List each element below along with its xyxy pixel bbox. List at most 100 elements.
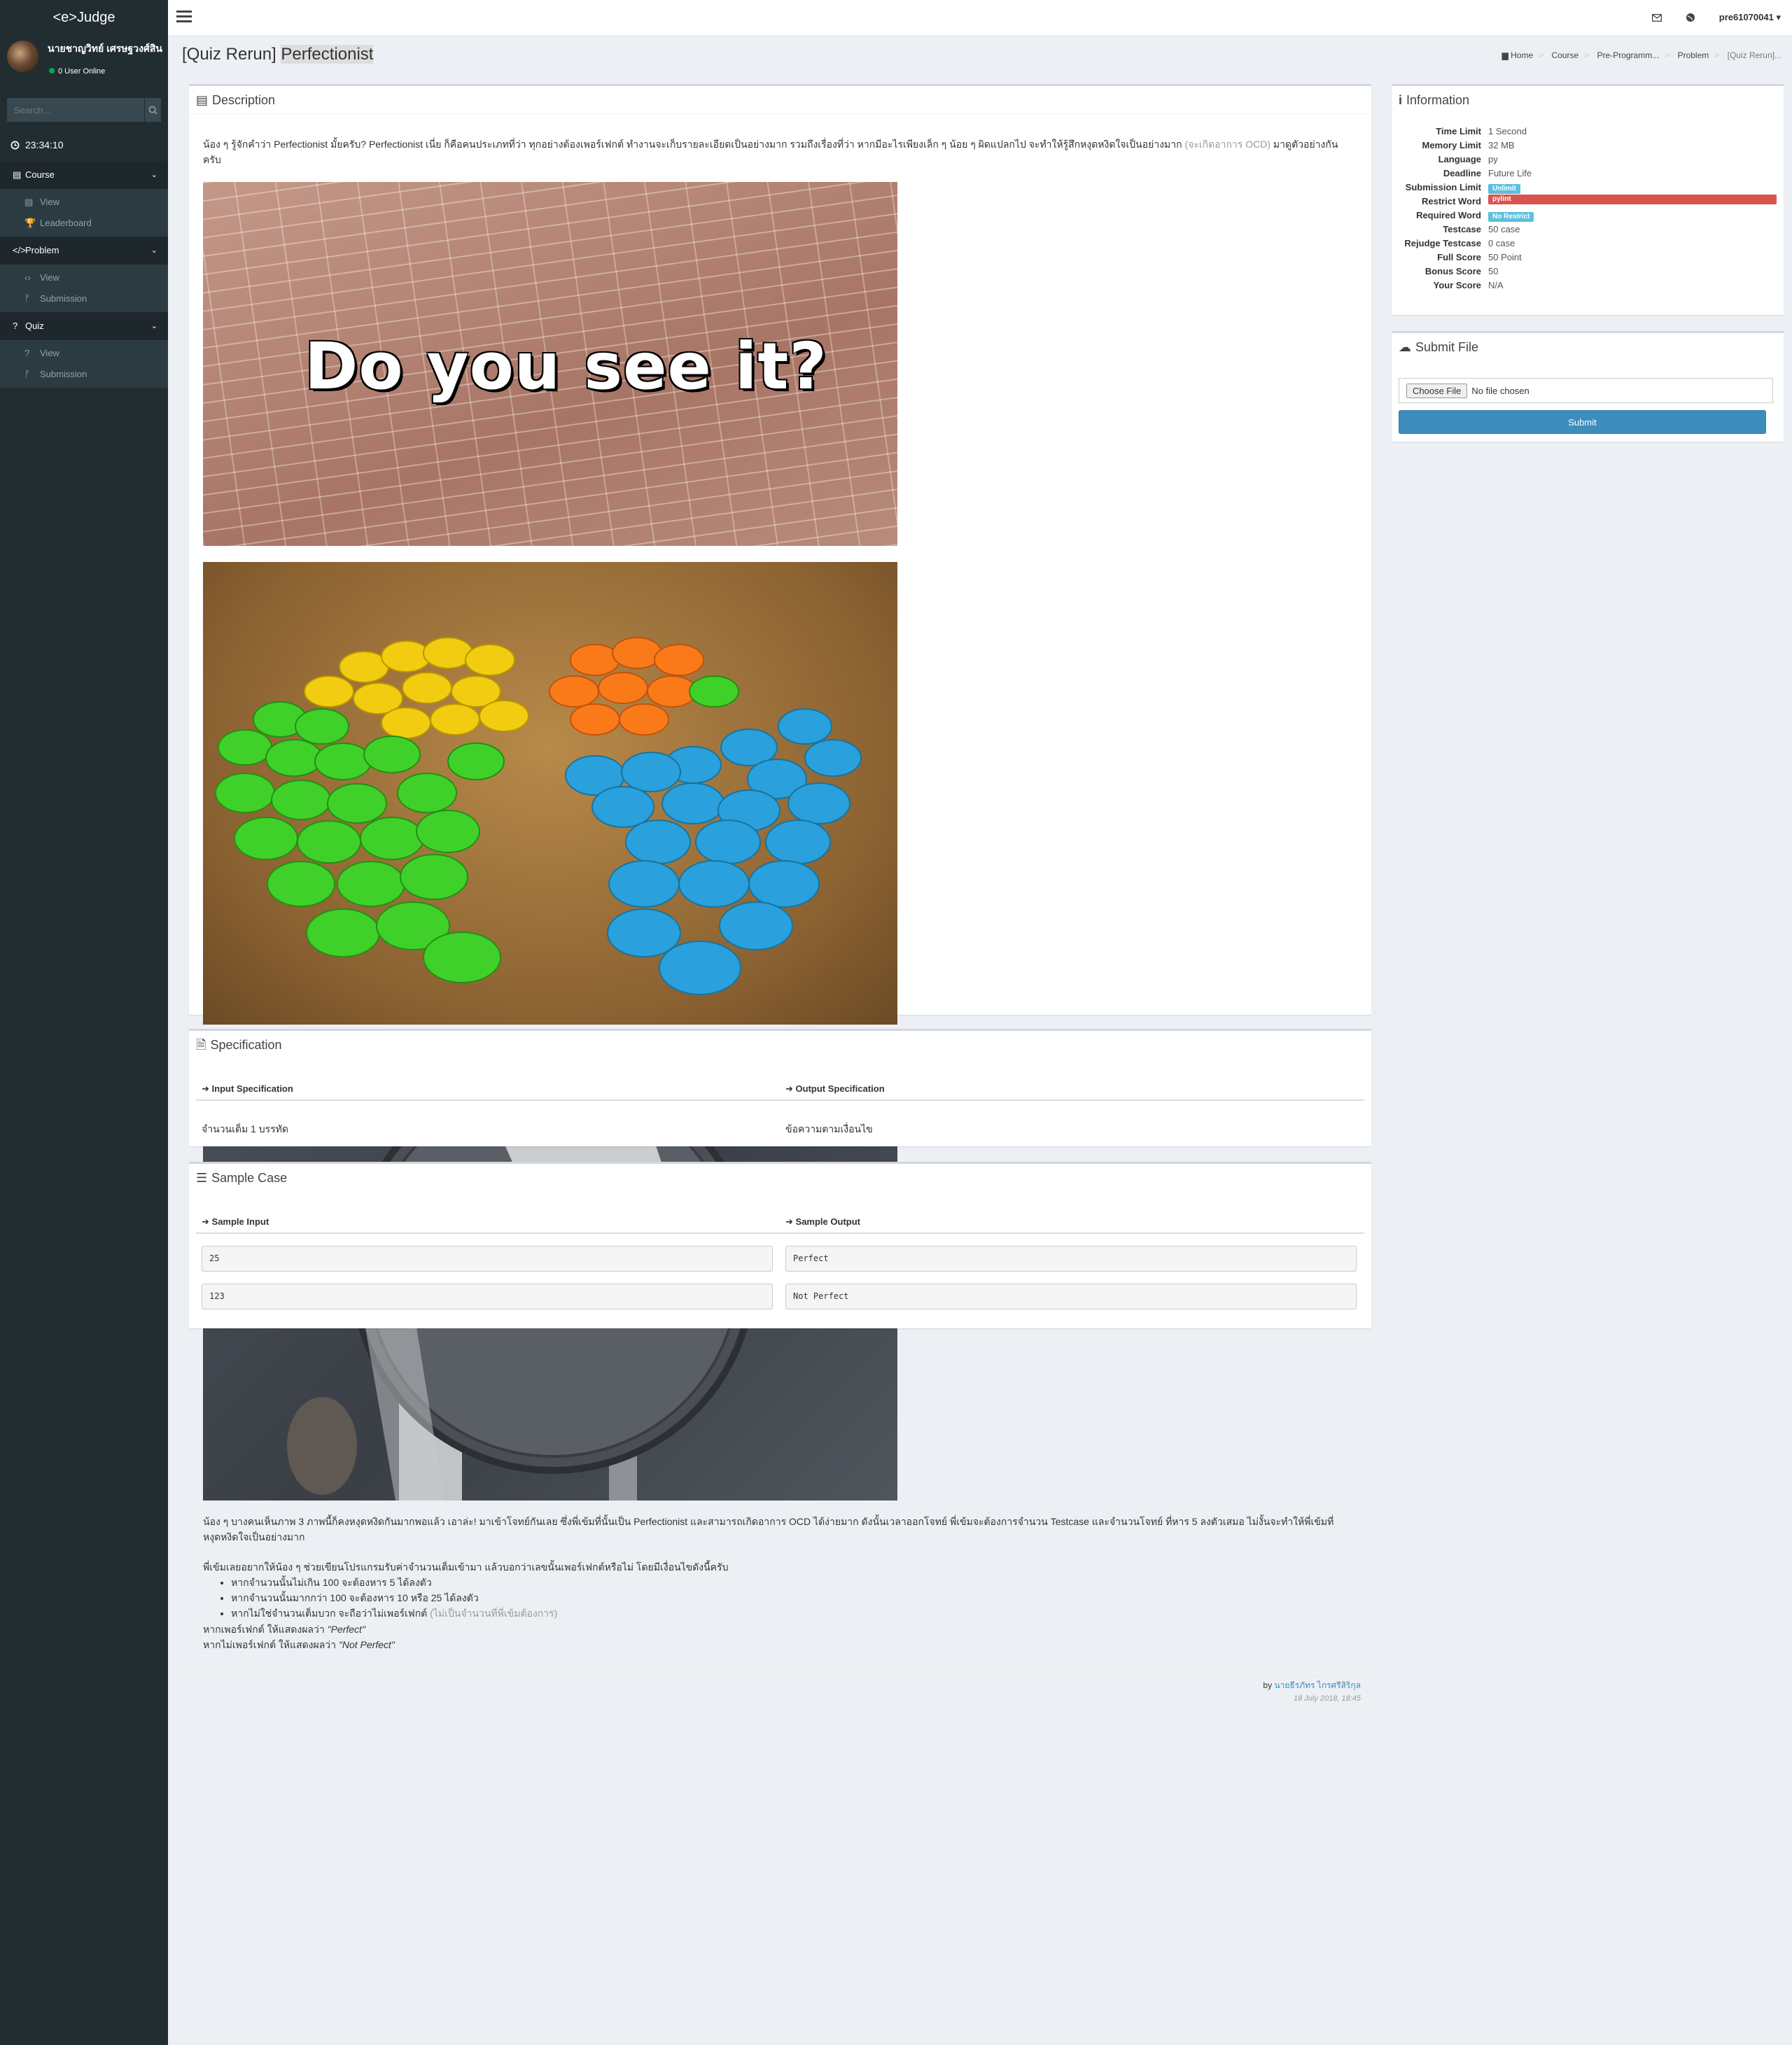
info-row: Time Limit 1 Second [1392,125,1784,139]
sidebar-search [7,98,161,122]
globe-icon[interactable] [1686,13,1695,22]
info-badge: pylint [1488,195,1777,204]
sidebar-item-problem-submission[interactable]: ᚡ Submission [0,288,168,309]
info-value: Future Life [1488,168,1532,178]
search-button[interactable] [144,98,161,122]
input-spec-value: จำนวนเต็ม 1 บรรทัด [202,1123,288,1134]
list-icon: ▤ [24,197,34,207]
info-value: 50 case [1488,224,1520,234]
list-alt-icon: ▤ [196,93,209,107]
user-panel: นายชาญวิทย์ เศรษฐวงศ์สิน 0 User Online [0,35,168,78]
specification-title: Specification [210,1038,282,1052]
info-row: Memory Limit 32 MB [1392,139,1784,153]
brand-logo[interactable]: <e>Judge [0,0,168,35]
info-value: 32 MB [1488,140,1515,150]
heading-text: Output Specification [795,1083,885,1094]
envelope-icon[interactable] [1651,13,1662,22]
information-box: i Information Time Limit 1 Second Memory Li… [1392,84,1784,315]
intro-text: น้อง ๆ รู้จักคำว่า Perfectionist มั้ยครั… [203,139,1182,150]
specification-header: 🗎 Specification [189,1031,1371,1059]
title-prefix: [Quiz Rerun] [182,45,276,64]
sidebar-toggle-icon[interactable] [176,10,192,23]
bullet-text: หากไม่ใช่จำนวนเต็มบวก จะถือว่าไม่เพอร์เฟ… [231,1608,428,1619]
sidebar-section-quiz[interactable]: ? Quiz ⌄ [0,312,168,340]
section-label: Quiz [25,321,44,331]
info-row: Your Score N/A [1392,279,1784,293]
heading-text: Sample Input [211,1216,270,1227]
user-name: นายชาญวิทย์ เศรษฐวงศ์สิน [48,43,162,54]
submit-button[interactable]: Submit [1399,410,1766,434]
crumb-problem[interactable]: Problem [1678,50,1709,60]
sidebar-item-quiz-view[interactable]: ? View [0,343,168,364]
sidebar-section-problem[interactable]: </>Problem ⌄ [0,237,168,265]
description-para2: น้อง ๆ บางคนเห็นภาพ 3 ภาพนี้ก็คงหงุดหงิด… [203,1516,1334,1542]
clock: 23:34:10 [0,129,168,161]
specification-box: 🗎 Specification ➜ Input Specification ➜ O… [189,1029,1371,1146]
search-input[interactable] [7,98,144,122]
title-name: Perfectionist [281,45,374,64]
item-label: View [40,348,59,358]
chevron-down-icon: ⌄ [150,171,158,179]
breadcrumb: ▆ Home > Course > Pre-Programm... > Problem… [1502,50,1782,60]
avatar [7,41,38,72]
user-menu[interactable]: pre61070041 ▾ [1719,12,1781,23]
file-input[interactable]: Choose File No file chosen [1399,378,1773,403]
info-key: Testcase [1443,224,1481,234]
sidebar: <e>Judge นายชาญวิทย์ เศรษฐวงศ์สิน 0 User… [0,0,168,2045]
online-dot-icon [49,68,55,73]
brick-pavement-image: Do you see it? [203,182,897,546]
candies-image [203,562,897,1025]
trophy-icon: 🏆 [24,218,36,228]
sign-in-icon: ➜ [202,1216,209,1227]
info-row: Restrict Word pylint [1392,195,1784,209]
sidebar-item-quiz-submission[interactable]: ᚡ Submission [0,364,168,385]
author-line: by นายธีรภัทร ไกรศรีสิริกุล [1263,1679,1361,1692]
crumb-course[interactable]: Course [1551,50,1578,60]
heading-text: Sample Output [795,1216,860,1227]
info-key: Restrict Word [1422,196,1481,206]
sample-case-box: ☰ Sample Case ➜ Sample Input ➜ Sample Out… [189,1162,1371,1328]
info-row: Language py [1392,153,1784,167]
author-link[interactable]: นายธีรภัทร ไกรศรีสิริกุล [1274,1680,1361,1690]
crumb-home[interactable]: Home [1511,50,1533,60]
sidebar-item-course-view[interactable]: ▤ View [0,192,168,213]
info-key: Language [1438,154,1481,164]
home-icon: ▆ [1502,50,1508,60]
online-count: 0 User Online [58,67,106,76]
candy-art [215,637,862,995]
input-spec-heading: ➜ Input Specification [202,1083,293,1095]
crumb-course-name[interactable]: Pre-Programm... [1597,50,1660,60]
chevron-down-icon: ⌄ [150,322,158,330]
sample-input-2: 123 [202,1284,773,1309]
submit-file-title: Submit File [1415,340,1479,354]
sidebar-section-course[interactable]: ▤ Course ⌄ [0,161,168,189]
info-key: Rejudge Testcase [1404,238,1481,248]
sidebar-item-leaderboard[interactable]: 🏆 Leaderboard [0,213,168,234]
info-value: 1 Second [1488,126,1527,136]
sample-output-heading: ➜ Sample Output [785,1216,860,1228]
bullet-muted: (ไม่เป็นจำนวนที่พี่เข้มต้องการ) [430,1608,558,1619]
page-title: [Quiz Rerun] Perfectionist [182,45,374,64]
description-title: Description [212,93,276,107]
section-label: Course [25,169,55,180]
info-row: Submission Limit Unlimit [1392,181,1784,195]
rule-value: "Perfect" [327,1624,365,1635]
information-header: i Information [1392,86,1784,114]
caret-down-icon: ▾ [1776,12,1781,22]
info-key: Submission Limit [1405,182,1481,192]
clock-icon [10,141,20,150]
intro-muted: (จะเกิดอาการ OCD) [1184,139,1271,150]
sample-input-heading: ➜ Sample Input [202,1216,269,1228]
sign-in-icon: ➜ [202,1083,209,1094]
submit-file-header: ☁ Submit File [1392,333,1784,361]
online-status: 0 User Online [49,67,105,76]
list-item: หากจำนวนนั้นมากกว่า 100 จะต้องหาร 10 หรื… [231,1590,1372,1605]
rule-text: หากเพอร์เฟกต์ ให้แสดงผลว่า [203,1624,325,1635]
sidebar-item-problem-view[interactable]: ‹› View [0,267,168,288]
sample-case-header: ☰ Sample Case [189,1164,1371,1192]
sample-output-2: Not Perfect [785,1284,1357,1309]
rule-text: หากไม่เพอร์เฟกต์ ให้แสดงผลว่า [203,1639,336,1650]
username: pre61070041 [1718,12,1774,22]
choose-file-button[interactable]: Choose File [1406,383,1468,398]
sign-out-icon: ➜ [785,1216,793,1227]
